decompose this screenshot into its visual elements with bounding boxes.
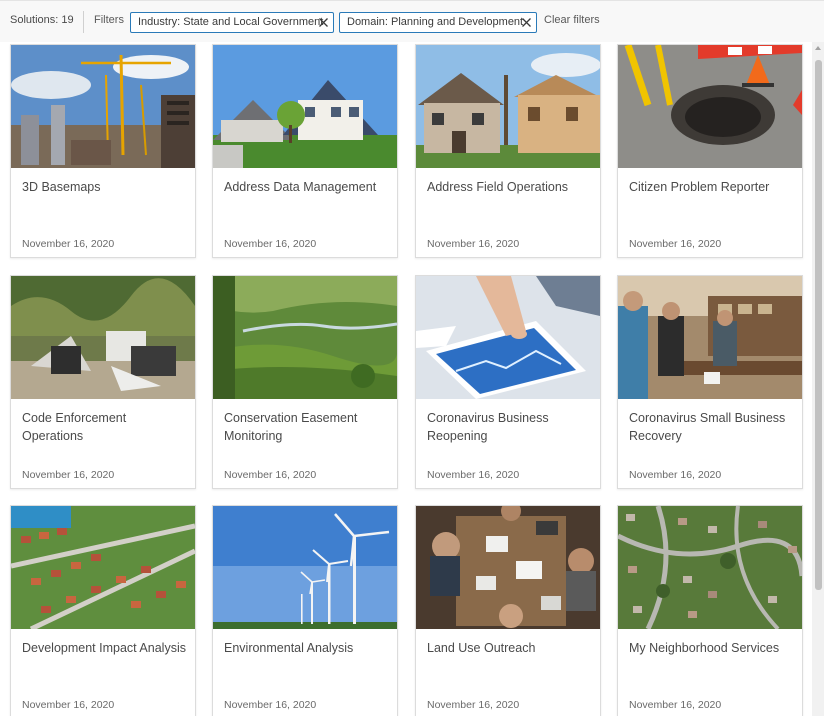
card-date: November 16, 2020 [224, 469, 317, 481]
card-thumbnail [618, 276, 802, 399]
solution-card[interactable]: Conservation Easement Monitoring Novembe… [212, 275, 398, 489]
card-date: November 16, 2020 [427, 469, 520, 481]
card-thumbnail [416, 506, 600, 629]
card-date: November 16, 2020 [427, 699, 520, 711]
solution-card[interactable]: Land Use Outreach November 16, 2020 [415, 505, 601, 716]
solution-card[interactable]: Code Enforcement Operations November 16,… [10, 275, 196, 489]
solution-card[interactable]: Citizen Problem Reporter November 16, 20… [617, 44, 803, 258]
card-title: Coronavirus Business Reopening [427, 411, 549, 443]
houses-under-construction-image [416, 45, 600, 168]
green-valley-image [213, 276, 397, 399]
solution-card[interactable]: Coronavirus Small Business Recovery Nove… [617, 275, 803, 489]
card-date: November 16, 2020 [427, 238, 520, 250]
vertical-scrollbar[interactable] [812, 42, 824, 716]
aerial-subdivision-image [11, 506, 195, 629]
card-date: November 16, 2020 [22, 238, 115, 250]
filter-chip-label: Industry: State and Local Government [138, 16, 324, 28]
illegal-dumping-image [11, 276, 195, 399]
filters-label: Filters [94, 14, 124, 26]
card-title: Code Enforcement Operations [22, 411, 127, 443]
filter-bar-divider [83, 11, 84, 33]
filter-chip-industry[interactable]: Industry: State and Local Government [130, 12, 334, 33]
card-title: 3D Basemaps [22, 180, 101, 194]
wind-turbines-image [213, 506, 397, 629]
pothole-with-cones-image [618, 45, 802, 168]
card-title: Citizen Problem Reporter [629, 180, 770, 194]
aerial-neighborhood-image [618, 506, 802, 629]
card-date: November 16, 2020 [22, 699, 115, 711]
card-date: November 16, 2020 [224, 699, 317, 711]
filter-chip-label: Domain: Planning and Development [347, 16, 524, 28]
card-thumbnail [618, 45, 802, 168]
construction-cranes-image [11, 45, 195, 168]
solution-card[interactable]: 3D Basemaps November 16, 2020 [10, 44, 196, 258]
card-title: Address Field Operations [427, 180, 569, 194]
solution-card[interactable]: Address Field Operations November 16, 20… [415, 44, 601, 258]
solution-card[interactable]: Coronavirus Business Reopening November … [415, 275, 601, 489]
scroll-up-icon[interactable] [815, 46, 821, 50]
filter-bar: Solutions: 19 Filters Industry: State an… [0, 0, 824, 42]
card-date: November 16, 2020 [629, 469, 722, 481]
close-icon[interactable] [318, 17, 329, 28]
solution-card[interactable]: My Neighborhood Services November 16, 20… [617, 505, 803, 716]
card-thumbnail [11, 276, 195, 399]
card-thumbnail [11, 45, 195, 168]
card-thumbnail [11, 506, 195, 629]
suburban-houses-image [213, 45, 397, 168]
card-date: November 16, 2020 [224, 238, 317, 250]
card-title: Development Impact Analysis [22, 641, 186, 655]
card-thumbnail [618, 506, 802, 629]
cafe-interior-image [618, 276, 802, 399]
card-thumbnail [416, 276, 600, 399]
solutions-count: Solutions: 19 [10, 14, 74, 26]
solution-card[interactable]: Environmental Analysis November 16, 2020 [212, 505, 398, 716]
clear-filters-link[interactable]: Clear filters [544, 14, 600, 26]
solutions-grid: 3D Basemaps November 16, 2020 Address Da… [0, 42, 812, 716]
solution-card[interactable]: Development Impact Analysis November 16,… [10, 505, 196, 716]
card-title: Conservation Easement Monitoring [224, 411, 358, 443]
card-thumbnail [416, 45, 600, 168]
tablet-chart-image [416, 276, 600, 399]
card-title: Land Use Outreach [427, 641, 536, 655]
card-title: Coronavirus Small Business Recovery [629, 411, 786, 443]
card-date: November 16, 2020 [629, 238, 722, 250]
close-icon[interactable] [521, 17, 532, 28]
meeting-table-image [416, 506, 600, 629]
card-title: My Neighborhood Services [629, 641, 780, 655]
card-date: November 16, 2020 [629, 699, 722, 711]
scrollbar-thumb[interactable] [815, 60, 822, 590]
card-title: Address Data Management [224, 180, 377, 194]
card-title: Environmental Analysis [224, 641, 354, 655]
card-thumbnail [213, 276, 397, 399]
card-thumbnail [213, 45, 397, 168]
card-date: November 16, 2020 [22, 469, 115, 481]
card-thumbnail [213, 506, 397, 629]
filter-chip-domain[interactable]: Domain: Planning and Development [339, 12, 537, 33]
solution-card[interactable]: Address Data Management November 16, 202… [212, 44, 398, 258]
